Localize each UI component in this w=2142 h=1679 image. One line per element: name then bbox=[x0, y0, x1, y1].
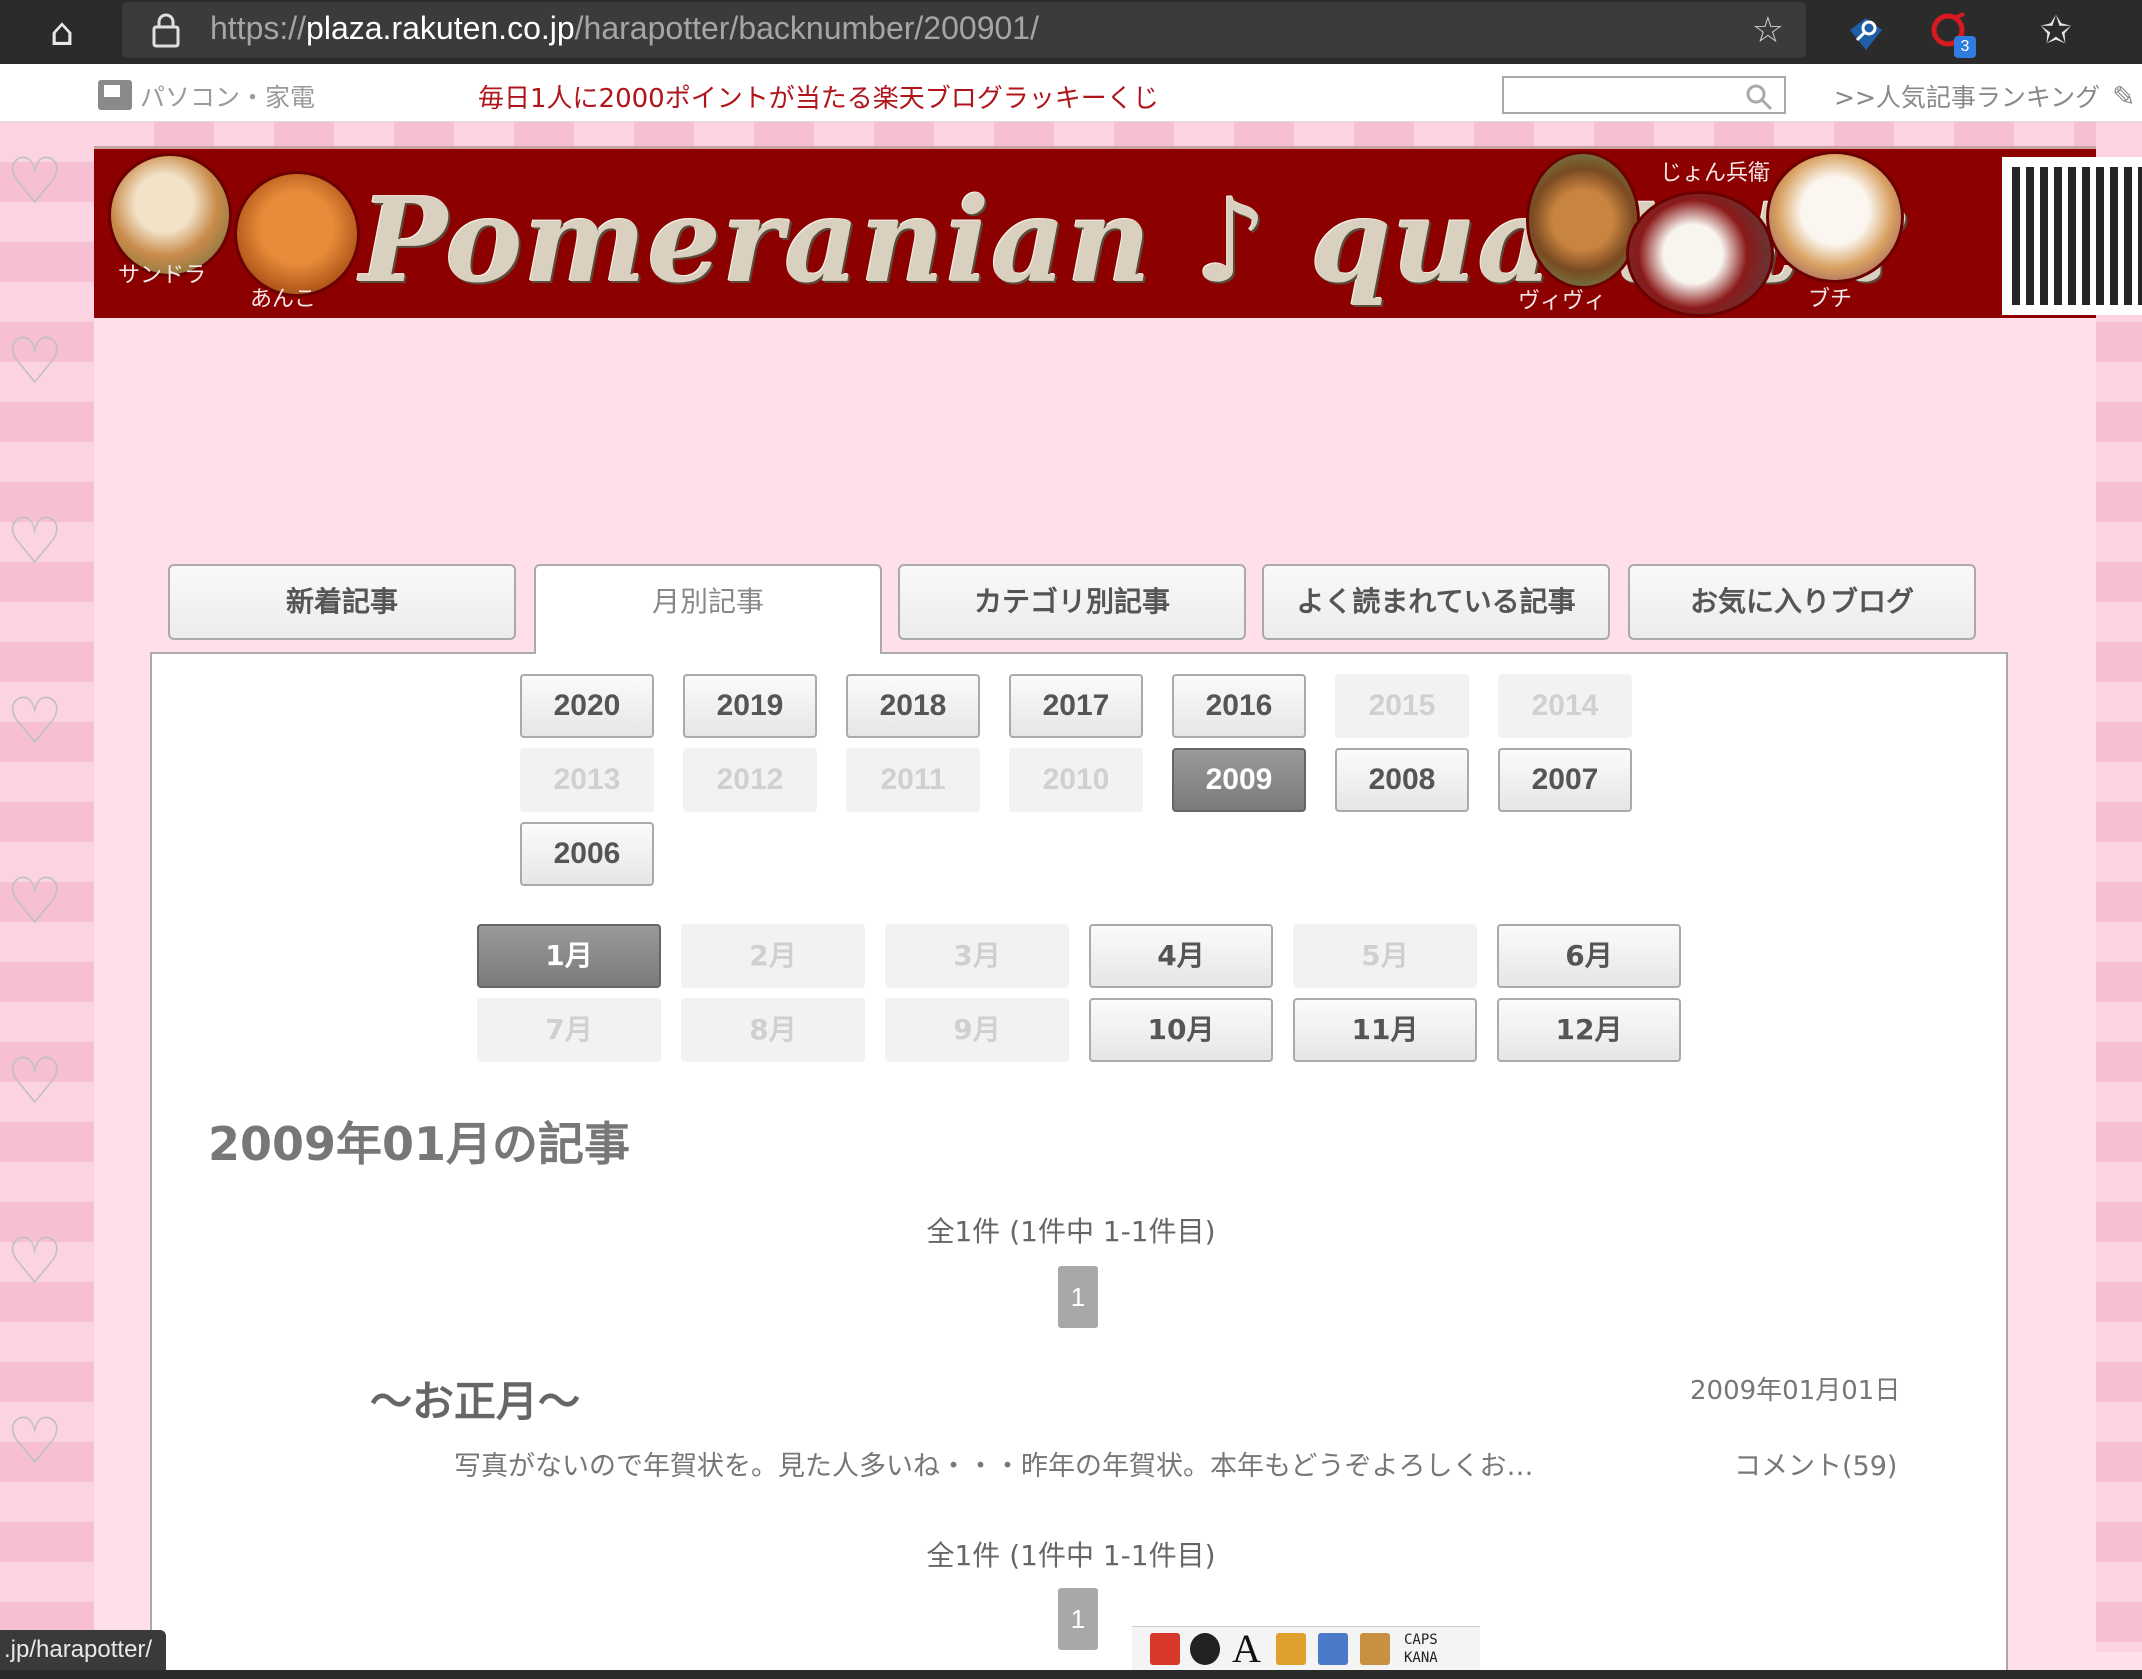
ranking-link[interactable]: >>人気記事ランキング bbox=[1834, 78, 2100, 114]
year-button: 2011 bbox=[846, 748, 980, 812]
ad-space bbox=[94, 318, 2096, 548]
month-button: 2月 bbox=[681, 924, 865, 988]
qr-code bbox=[2002, 157, 2142, 315]
url-text[interactable]: https://plaza.rakuten.co.jp/harapotter/b… bbox=[210, 10, 1039, 47]
dog-name-buchi: ブチ bbox=[1808, 287, 1853, 312]
pagination-page-bottom[interactable]: 1 bbox=[1058, 1588, 1098, 1650]
entry-title[interactable]: ～お正月～ bbox=[370, 1368, 580, 1429]
year-button[interactable]: 2017 bbox=[1009, 674, 1143, 738]
ime-tool-icon[interactable] bbox=[1318, 1633, 1348, 1665]
tab-popular-articles[interactable]: よく読まれている記事 bbox=[1262, 564, 1610, 640]
pagination-page-top[interactable]: 1 bbox=[1058, 1266, 1098, 1328]
ime-pad-icon[interactable] bbox=[1150, 1633, 1180, 1665]
rakuten-top-bar: パソコン・家電 毎日1人に2000ポイントが当たる楽天ブログラッキーくじ >>人… bbox=[0, 64, 2142, 122]
status-bar-url: .jp/harapotter/ bbox=[0, 1630, 167, 1670]
dog-photo-john bbox=[1626, 191, 1774, 317]
month-button: 8月 bbox=[681, 998, 865, 1062]
password-key-icon[interactable] bbox=[1844, 10, 1888, 54]
url-prefix: https:// bbox=[210, 10, 307, 46]
year-button: 2013 bbox=[520, 748, 654, 812]
year-button: 2014 bbox=[1498, 674, 1632, 738]
search-icon[interactable] bbox=[1744, 82, 1774, 112]
result-count-top: 全1件 (1件中 1-1件目) bbox=[926, 1215, 1216, 1248]
entry-comments-link[interactable]: コメント(59) bbox=[1734, 1444, 1897, 1483]
page-title: 2009年01月の記事 bbox=[208, 1117, 631, 1171]
bookmark-star-icon[interactable]: ☆ bbox=[1752, 10, 1784, 51]
month-button[interactable]: 6月 bbox=[1497, 924, 1681, 988]
month-button[interactable]: 4月 bbox=[1089, 924, 1273, 988]
month-button[interactable]: 12月 bbox=[1497, 998, 1681, 1062]
year-button[interactable]: 2009 bbox=[1172, 748, 1306, 812]
pen-icon[interactable]: ✎ bbox=[2112, 80, 2135, 113]
extension-badge: 3 bbox=[1954, 36, 1976, 58]
tab-favorite-blogs[interactable]: お気に入りブログ bbox=[1628, 564, 1976, 640]
month-button: 3月 bbox=[885, 924, 1069, 988]
ime-box-icon[interactable] bbox=[1360, 1633, 1390, 1665]
month-button[interactable]: 1月 bbox=[477, 924, 661, 988]
dog-photo-anko bbox=[234, 171, 360, 297]
ime-kana: KANA bbox=[1404, 1650, 1438, 1666]
heart-decoration-icon: ♡ bbox=[6, 685, 64, 759]
tab-category-articles[interactable]: カテゴリ別記事 bbox=[898, 564, 1246, 640]
address-bar[interactable]: https://plaza.rakuten.co.jp/harapotter/b… bbox=[122, 2, 1806, 58]
year-button[interactable]: 2008 bbox=[1335, 748, 1469, 812]
ime-dictionary-icon[interactable] bbox=[1276, 1633, 1306, 1665]
rakuten-extension-icon[interactable]: 3 bbox=[1928, 10, 1976, 58]
year-button: 2015 bbox=[1335, 674, 1469, 738]
lock-icon bbox=[152, 13, 180, 48]
ime-mode-icon[interactable] bbox=[1190, 1633, 1220, 1665]
year-button: 2010 bbox=[1009, 748, 1143, 812]
tab-new-articles[interactable]: 新着記事 bbox=[168, 564, 516, 640]
dog-name-sandra: サンドラ bbox=[118, 263, 207, 288]
heart-decoration-icon: ♡ bbox=[6, 505, 64, 579]
year-button[interactable]: 2020 bbox=[520, 674, 654, 738]
year-button: 2012 bbox=[683, 748, 817, 812]
year-button[interactable]: 2018 bbox=[846, 674, 980, 738]
taskbar-edge bbox=[0, 1670, 2142, 1679]
dog-photo-buchi bbox=[1766, 151, 1904, 283]
month-button[interactable]: 11月 bbox=[1293, 998, 1477, 1062]
background-pattern-right bbox=[2096, 122, 2142, 1652]
url-path: /harapotter/backnumber/200901/ bbox=[574, 10, 1039, 46]
category-link[interactable]: パソコン・家電 bbox=[140, 78, 315, 114]
tab-monthly-articles[interactable]: 月別記事 bbox=[534, 564, 882, 654]
year-button[interactable]: 2007 bbox=[1498, 748, 1632, 812]
background-pattern-top bbox=[94, 122, 2096, 146]
month-button: 9月 bbox=[885, 998, 1069, 1062]
pc-category-icon bbox=[98, 80, 132, 110]
heart-decoration-icon: ♡ bbox=[6, 325, 64, 399]
heart-decoration-icon: ♡ bbox=[6, 865, 64, 939]
entry-date: 2009年01月01日 bbox=[1690, 1376, 1901, 1406]
month-button: 7月 bbox=[477, 998, 661, 1062]
ime-status-text: CAPS KANA bbox=[1404, 1631, 1438, 1667]
dog-name-john: じょん兵衛 bbox=[1660, 161, 1771, 186]
favorites-icon[interactable]: ✩ bbox=[2040, 8, 2072, 52]
month-button: 5月 bbox=[1293, 924, 1477, 988]
month-button[interactable]: 10月 bbox=[1089, 998, 1273, 1062]
heart-decoration-icon: ♡ bbox=[6, 145, 64, 219]
browser-toolbar: ⌂ https://plaza.rakuten.co.jp/harapotter… bbox=[0, 0, 2142, 64]
url-host: plaza.rakuten.co.jp bbox=[306, 10, 575, 46]
heart-decoration-icon: ♡ bbox=[6, 1405, 64, 1479]
entry-excerpt: 写真がないので年賀状を。見た人多いね・・・昨年の年賀状。本年もどうぞよろしくお… bbox=[454, 1451, 1534, 1482]
year-button[interactable]: 2006 bbox=[520, 822, 654, 886]
year-button[interactable]: 2019 bbox=[683, 674, 817, 738]
ime-font-icon[interactable]: A bbox=[1232, 1629, 1262, 1669]
heart-decoration-icon: ♡ bbox=[6, 1045, 64, 1119]
result-count-bottom: 全1件 (1件中 1-1件目) bbox=[926, 1539, 1216, 1572]
dog-name-anko: あんこ bbox=[250, 287, 317, 312]
year-button[interactable]: 2016 bbox=[1172, 674, 1306, 738]
dog-name-vivi: ヴィヴィ bbox=[1518, 289, 1607, 314]
home-icon[interactable]: ⌂ bbox=[40, 10, 84, 54]
lottery-link[interactable]: 毎日1人に2000ポイントが当たる楽天ブログラッキーくじ bbox=[478, 78, 1159, 115]
ime-toolbar: A CAPS KANA bbox=[1132, 1626, 1480, 1670]
blog-header-banner[interactable]: サンドラ あんこ Pomeranian ♪ quartet ♪ ヴィヴィ じょん… bbox=[94, 146, 2142, 318]
ime-caps: CAPS bbox=[1404, 1632, 1438, 1648]
dog-photo-vivi bbox=[1526, 151, 1640, 289]
